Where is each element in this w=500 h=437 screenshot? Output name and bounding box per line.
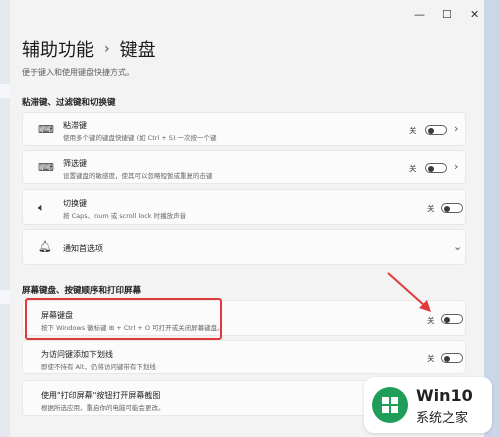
card-desc: 即使不持有 Alt，仍将访问键带有下划线 xyxy=(41,363,156,371)
chevron-right-icon[interactable]: › xyxy=(454,160,458,173)
filter-keyboard-icon: ⌨ xyxy=(38,161,54,174)
chevron-right-icon[interactable]: › xyxy=(454,122,458,135)
section-heading: 屏幕键盘、按键顺序和打印屏幕 xyxy=(22,286,142,296)
page-subtitle: 便于键入和使用键盘快捷方式。 xyxy=(22,68,134,77)
left-strip xyxy=(0,0,10,437)
card-desc: 根据所选应用，重启你的电脑可能会更改。 xyxy=(41,404,165,412)
filter-keys-toggle[interactable] xyxy=(425,163,447,173)
access-keys-card[interactable]: 为访问键添加下划线 即使不持有 Alt，仍将访问键带有下划线 关 xyxy=(22,340,466,374)
toggle-state: 关 xyxy=(427,354,435,363)
section-heading: 粘滞键、过滤键和切换键 xyxy=(22,98,116,108)
watermark-title: Win10 xyxy=(416,386,473,405)
sticky-keys-toggle[interactable] xyxy=(425,125,447,135)
toggle-state: 关 xyxy=(409,126,417,135)
on-screen-keyboard-toggle[interactable] xyxy=(441,314,463,324)
card-title: 为访问键添加下划线 xyxy=(41,350,113,359)
breadcrumb-parent[interactable]: 辅助功能 xyxy=(22,36,94,62)
pointer-arrow-icon xyxy=(387,272,431,312)
chevron-down-icon[interactable]: ⌄ xyxy=(453,240,462,253)
highlight-box xyxy=(25,298,222,340)
card-title: 切换键 xyxy=(63,199,87,208)
watermark-badge: Win10 系统之家 xyxy=(364,377,492,433)
card-title: 筛选键 xyxy=(63,159,87,168)
bell-icon: 🔔︎ xyxy=(38,240,52,253)
card-title: 粘滞键 xyxy=(63,121,87,130)
desktop-edge xyxy=(484,0,500,437)
card-desc: 设置键盘的敏感度，使其可以忽略短暂或重复的击键 xyxy=(63,172,213,180)
card-title: 使用"打印屏幕"按钮打开屏幕截图 xyxy=(41,391,161,400)
keyboard-icon: ⌨ xyxy=(38,123,54,136)
strip-notch xyxy=(0,290,10,304)
maximize-button[interactable]: ☐ xyxy=(442,8,452,21)
filter-keys-card[interactable]: ⌨ 筛选键 设置键盘的敏感度，使其可以忽略短暂或重复的击键 关 › xyxy=(22,150,466,184)
close-button[interactable]: ✕ xyxy=(470,8,479,21)
strip-notch xyxy=(0,84,10,98)
minimize-button[interactable]: — xyxy=(414,8,425,21)
toggle-state: 关 xyxy=(427,204,435,213)
windows-logo-icon xyxy=(372,387,408,423)
breadcrumb-current: 键盘 xyxy=(119,40,156,61)
watermark-subtitle: 系统之家 xyxy=(416,411,469,426)
card-desc: 按 Caps、num 或 scroll lock 时播放声音 xyxy=(63,212,187,220)
access-keys-toggle[interactable] xyxy=(441,353,463,363)
sticky-keys-card[interactable]: ⌨ 粘滞键 使用多个键的键盘快捷键 (如 Ctrl + S) 一次按一个键 关 … xyxy=(22,112,466,146)
toggle-keys-toggle[interactable] xyxy=(441,203,463,213)
notification-prefs-card[interactable]: 🔔︎ 通知首选项 ⌄ xyxy=(22,229,466,265)
toggle-state: 关 xyxy=(409,164,417,173)
page-title: 辅助功能 › 键盘 xyxy=(22,36,156,62)
chevron-right-icon: › xyxy=(104,41,110,57)
card-title: 通知首选项 xyxy=(63,244,103,253)
toggle-keys-card[interactable]: 🔈︎ 切换键 按 Caps、num 或 scroll lock 时播放声音 关 xyxy=(22,189,466,225)
speaker-icon: 🔈︎ xyxy=(38,201,45,214)
card-desc: 使用多个键的键盘快捷键 (如 Ctrl + S) 一次按一个键 xyxy=(63,134,217,142)
